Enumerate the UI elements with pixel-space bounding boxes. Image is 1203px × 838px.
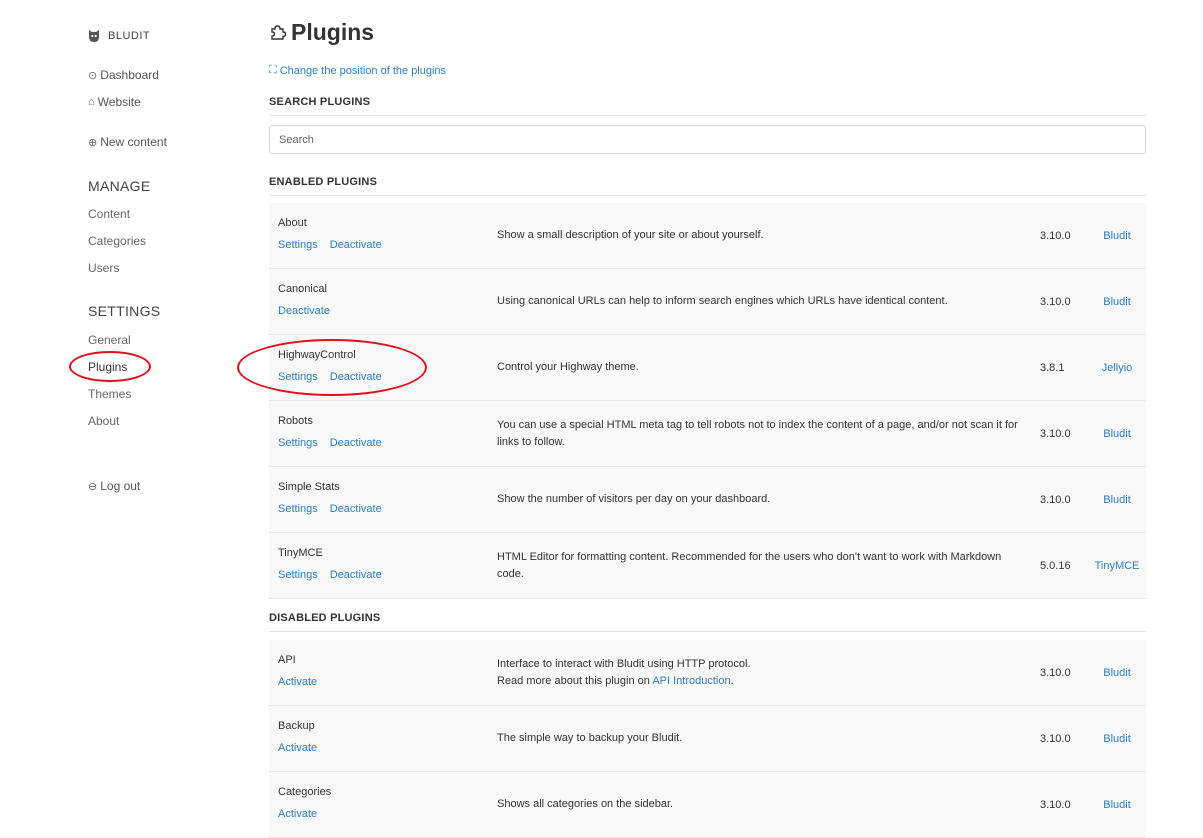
- move-icon: ⛶: [269, 64, 277, 76]
- section-disabled-plugins: DISABLED PLUGINS: [269, 612, 1146, 632]
- plugin-description: Interface to interact with Bludit using …: [497, 640, 1027, 705]
- plugin-settings-link[interactable]: Settings: [278, 569, 318, 581]
- sidebar-item-general[interactable]: General: [88, 333, 131, 347]
- brand-name: BLUDIT: [108, 30, 151, 42]
- plugin-description-text: Read more about this plugin on: [497, 674, 653, 687]
- change-position-label: Change the position of the plugins: [279, 64, 447, 77]
- plugin-name: API: [278, 654, 296, 666]
- change-position-link[interactable]: ⛶ Change the position of the plugins: [269, 64, 446, 77]
- puzzle-icon: [271, 25, 286, 40]
- plugin-settings-link[interactable]: Settings: [278, 371, 318, 383]
- plugin-settings-link[interactable]: Settings: [278, 437, 318, 449]
- sidebar-heading-settings: SETTINGS: [88, 303, 161, 319]
- plugin-description: Show the number of visitors per day on y…: [497, 493, 771, 505]
- plugin-version: 5.0.16: [1040, 559, 1071, 572]
- plugin-author-link[interactable]: Bludit: [1088, 640, 1146, 705]
- plugin-name: HighwayControl: [278, 349, 356, 361]
- plugin-row-highwaycontrol: HighwayControl Settings Deactivate Contr…: [269, 335, 1146, 401]
- plugin-description-line: Read more about this plugin on API Intro…: [497, 673, 751, 690]
- plugin-deactivate-link[interactable]: Deactivate: [330, 371, 382, 383]
- plugin-author-link[interactable]: Bludit: [1088, 203, 1146, 268]
- plugin-author-link[interactable]: Bludit: [1088, 706, 1146, 771]
- plugin-author-link[interactable]: Jellyio: [1088, 335, 1146, 400]
- page-title-text: Plugins: [291, 19, 375, 45]
- plugin-description: Shows all categories on the sidebar.: [497, 798, 674, 810]
- plugin-row-robots: Robots Settings Deactivate You can use a…: [269, 401, 1146, 467]
- plugin-activate-link[interactable]: Activate: [278, 742, 317, 754]
- sidebar-link-dashboard[interactable]: ⊙ Dashboard: [88, 68, 159, 82]
- plugin-description: HTML Editor for formatting content. Reco…: [497, 550, 1002, 580]
- sidebar-item-users[interactable]: Users: [88, 261, 119, 275]
- plugin-version: 3.10.0: [1040, 798, 1071, 811]
- plugin-name: Robots: [278, 415, 313, 427]
- plugin-version: 3.10.0: [1040, 493, 1071, 506]
- api-introduction-link[interactable]: API Introduction: [652, 675, 730, 687]
- dashboard-icon: ⊙: [88, 69, 98, 82]
- plugin-settings-link[interactable]: Settings: [278, 239, 318, 251]
- plugin-deactivate-link[interactable]: Deactivate: [330, 437, 382, 449]
- plugin-name: Simple Stats: [278, 481, 340, 493]
- plugin-version: 3.8.1: [1040, 361, 1065, 374]
- plugin-description: Show a small description of your site or…: [497, 229, 764, 241]
- plugin-deactivate-link[interactable]: Deactivate: [330, 569, 382, 581]
- search-input[interactable]: [269, 125, 1146, 154]
- plugin-description: You can use a special HTML meta tag to t…: [497, 418, 1018, 448]
- plugin-name: TinyMCE: [278, 547, 323, 559]
- bludit-logo-icon: [89, 30, 99, 42]
- plugin-row-api: API Activate Interface to interact with …: [269, 640, 1146, 706]
- logout-icon: ⊖: [88, 480, 98, 493]
- sidebar-heading-manage: MANAGE: [88, 178, 151, 194]
- plugin-name: About: [278, 217, 307, 229]
- plugin-row-about: About Settings Deactivate Show a small d…: [269, 203, 1146, 269]
- sidebar-item-categories[interactable]: Categories: [88, 234, 146, 248]
- plugin-author-link[interactable]: Bludit: [1088, 401, 1146, 466]
- plugin-deactivate-link[interactable]: Deactivate: [330, 239, 382, 251]
- enabled-plugins-table: About Settings Deactivate Show a small d…: [269, 203, 1146, 599]
- plugin-description: Control your Highway theme.: [497, 361, 639, 373]
- plugin-description-line: Interface to interact with Bludit using …: [497, 657, 751, 670]
- disabled-plugins-table: API Activate Interface to interact with …: [269, 640, 1146, 838]
- plugin-row-tinymce: TinyMCE Settings Deactivate HTML Editor …: [269, 533, 1146, 599]
- plugin-activate-link[interactable]: Activate: [278, 676, 317, 688]
- plugin-author-link[interactable]: Bludit: [1088, 772, 1146, 837]
- sidebar-link-new-content[interactable]: ⊕ New content: [88, 135, 167, 149]
- page-title: Plugins: [269, 19, 374, 46]
- plugin-deactivate-link[interactable]: Deactivate: [330, 503, 382, 515]
- home-icon: ⌂: [88, 96, 95, 108]
- sidebar-item-content[interactable]: Content: [88, 207, 130, 221]
- brand[interactable]: BLUDIT: [88, 29, 150, 43]
- plugin-name: Canonical: [278, 283, 327, 295]
- sidebar-link-logout[interactable]: ⊖ Log out: [88, 479, 140, 493]
- plugin-row-categories: Categories Activate Shows all categories…: [269, 772, 1146, 838]
- plugin-version: 3.10.0: [1040, 295, 1071, 308]
- plugin-author-link[interactable]: Bludit: [1088, 467, 1146, 532]
- plugin-author-link[interactable]: TinyMCE: [1088, 533, 1146, 598]
- sidebar-item-plugins[interactable]: Plugins: [88, 360, 127, 374]
- plugin-row-canonical: Canonical Deactivate Using canonical URL…: [269, 269, 1146, 335]
- sidebar-link-label: Log out: [100, 479, 141, 493]
- sidebar-link-label: Dashboard: [100, 68, 159, 82]
- sidebar-link-label: New content: [100, 135, 167, 149]
- sidebar-link-label: Website: [97, 95, 141, 109]
- section-enabled-plugins: ENABLED PLUGINS: [269, 176, 1146, 196]
- sidebar-item-about[interactable]: About: [88, 414, 119, 428]
- plugin-version: 3.10.0: [1040, 666, 1071, 679]
- plugin-description: The simple way to backup your Bludit.: [497, 732, 683, 744]
- plugin-description-text: .: [730, 674, 734, 687]
- plugin-deactivate-link[interactable]: Deactivate: [278, 305, 330, 317]
- plugin-description: Using canonical URLs can help to inform …: [497, 295, 948, 307]
- sidebar-item-themes[interactable]: Themes: [88, 387, 131, 401]
- plugin-row-simple-stats: Simple Stats Settings Deactivate Show th…: [269, 467, 1146, 533]
- plugin-version: 3.10.0: [1040, 732, 1071, 745]
- section-search-plugins: SEARCH PLUGINS: [269, 96, 1146, 116]
- plugin-version: 3.10.0: [1040, 229, 1071, 242]
- plugin-row-backup: Backup Activate The simple way to backup…: [269, 706, 1146, 772]
- plugin-author-link[interactable]: Bludit: [1088, 269, 1146, 334]
- sidebar-link-website[interactable]: ⌂ Website: [88, 95, 141, 109]
- plugin-version: 3.10.0: [1040, 427, 1071, 440]
- plugin-name: Backup: [278, 720, 315, 732]
- plugin-settings-link[interactable]: Settings: [278, 503, 318, 515]
- plugin-name: Categories: [278, 786, 332, 798]
- plus-circle-icon: ⊕: [88, 136, 98, 149]
